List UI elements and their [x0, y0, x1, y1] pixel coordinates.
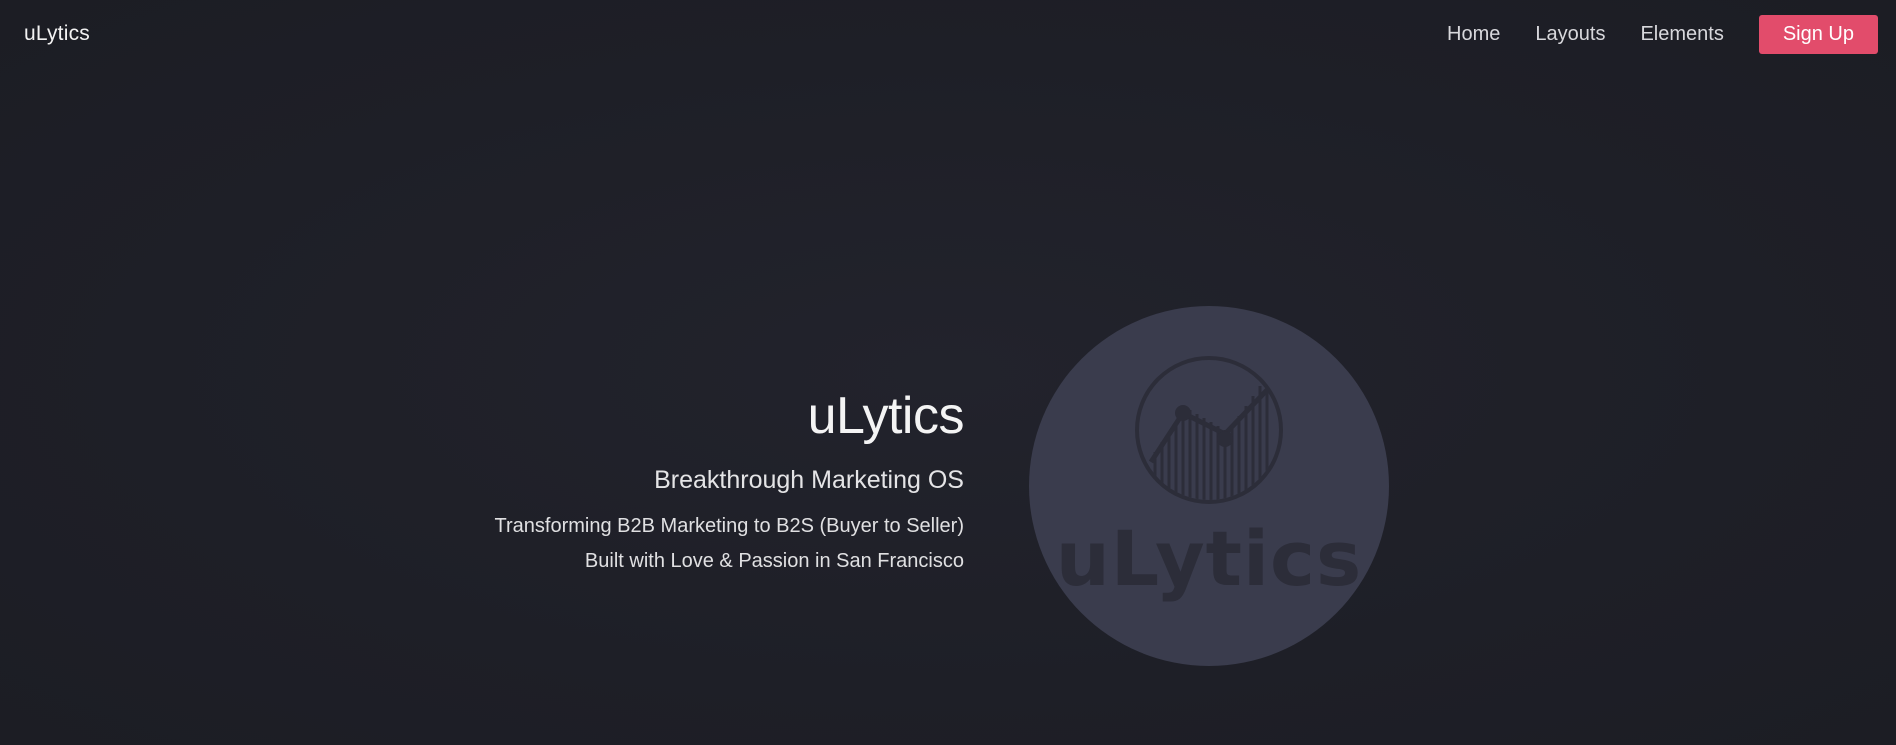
hero-title: uLytics: [807, 387, 965, 445]
navbar: uLytics Home Layouts Elements Sign Up: [0, 0, 1896, 70]
logo-badge: uLytics: [1029, 306, 1389, 666]
logo-wordmark: uLytics: [1055, 514, 1363, 603]
hero-tagline: Transforming B2B Marketing to B2S (Buyer…: [494, 515, 964, 537]
hero-subtitle: Breakthrough Marketing OS: [654, 466, 964, 494]
hero-location-line: Built with Love & Passion in San Francis…: [584, 550, 964, 572]
hero-text: uLytics Breakthrough Marketing OS Transf…: [494, 385, 965, 579]
nav-link-home[interactable]: Home: [1447, 23, 1500, 46]
analytics-chart-icon: [1135, 356, 1283, 504]
nav-link-layouts[interactable]: Layouts: [1535, 23, 1605, 46]
nav-links: Home Layouts Elements Sign Up: [1447, 15, 1878, 54]
nav-link-elements[interactable]: Elements: [1640, 23, 1723, 46]
page: uLytics Home Layouts Elements Sign Up uL…: [0, 0, 1896, 745]
signup-button[interactable]: Sign Up: [1758, 15, 1878, 54]
brand-link[interactable]: uLytics: [24, 22, 90, 46]
